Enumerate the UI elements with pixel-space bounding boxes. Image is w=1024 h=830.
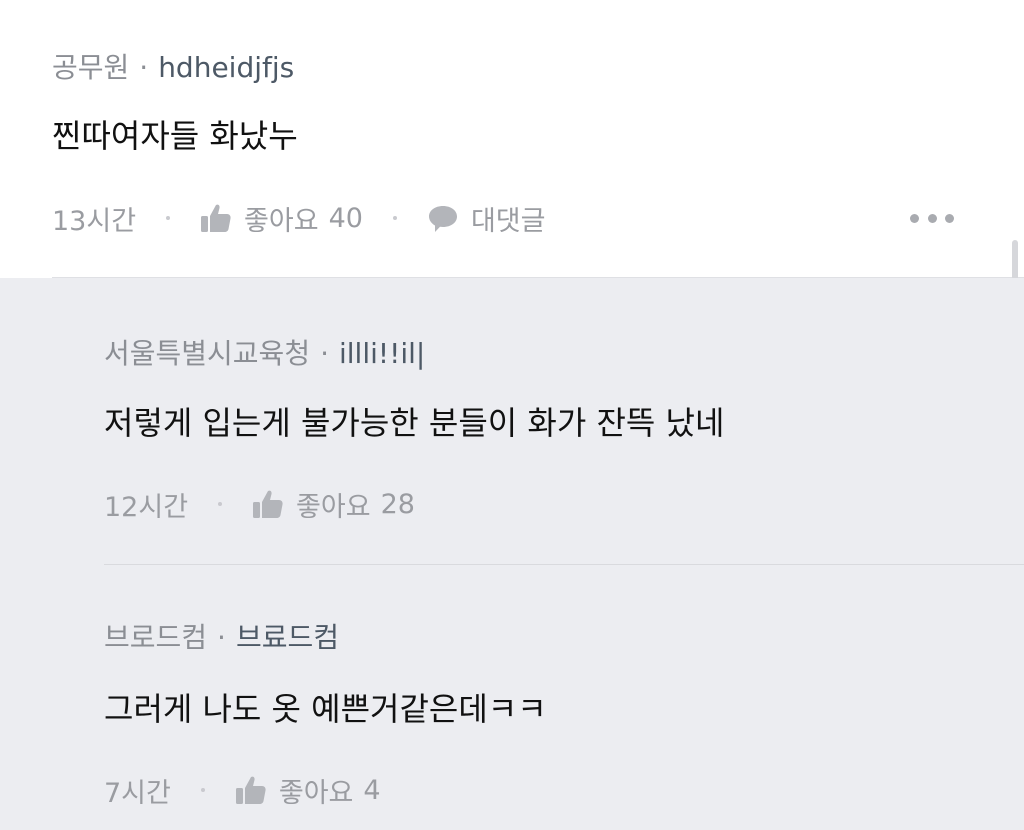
dot <box>945 213 954 223</box>
dot <box>910 213 919 223</box>
like-label: 좋아요 <box>296 491 371 523</box>
reply-meta: 12시간 좋아요 28 <box>104 485 415 524</box>
like-label: 좋아요 <box>278 777 354 809</box>
meta-separator <box>200 788 205 792</box>
main-comment: 공무원 · hdheidjfjs 찐따여자들 화났누 13시간 좋아요 40 대댓글 <box>0 0 1024 278</box>
reply-time: 7시간 <box>104 777 171 809</box>
reply-button[interactable]: 대댓글 <box>427 199 546 238</box>
thumbs-up-icon <box>201 204 231 232</box>
reply-time: 12시간 <box>104 491 189 523</box>
comment-time: 13시간 <box>52 205 137 237</box>
like-button[interactable]: 좋아요 4 <box>235 771 381 810</box>
comment-header: 공무원 · hdheidjfjs <box>52 50 294 86</box>
meta-separator <box>392 216 397 220</box>
author-id[interactable]: 브료드컴 <box>236 621 339 654</box>
reply-divider <box>104 564 1024 565</box>
like-count: 28 <box>380 488 415 520</box>
separator-dot: · <box>217 621 226 654</box>
reply-header: 브로드컴 · 브료드컴 <box>104 620 339 656</box>
dot <box>927 213 937 223</box>
thumbs-up-icon <box>253 490 283 518</box>
author-id[interactable]: illli!!il| <box>339 337 425 370</box>
meta-separator <box>166 216 171 220</box>
like-button[interactable]: 좋아요 28 <box>252 485 415 524</box>
author-affiliation[interactable]: 서울특별시교육청 <box>104 337 310 370</box>
like-count: 4 <box>363 774 381 806</box>
reply-text: 저렇게 입는게 불가능한 분들이 화가 잔뜩 났네 <box>104 404 725 442</box>
comment-meta: 13시간 좋아요 40 대댓글 <box>52 199 546 238</box>
comment-thread: 공무원 · hdheidjfjs 찐따여자들 화났누 13시간 좋아요 40 대댓글 <box>0 0 1024 830</box>
reply-label: 대댓글 <box>470 205 546 237</box>
author-affiliation[interactable]: 공무원 <box>52 51 129 84</box>
speech-bubble-icon <box>428 206 457 232</box>
author-affiliation[interactable]: 브로드컴 <box>104 621 207 654</box>
like-button[interactable]: 좋아요 40 <box>200 199 363 238</box>
separator-dot: · <box>139 51 149 84</box>
reply-meta: 7시간 좋아요 4 <box>104 771 381 810</box>
comment-text: 찐따여자들 화났누 <box>52 117 298 155</box>
like-count: 40 <box>328 202 363 234</box>
separator-dot: · <box>320 337 329 370</box>
more-dots-icon[interactable] <box>910 208 954 228</box>
thumbs-up-icon <box>235 776 266 804</box>
like-label: 좋아요 <box>244 205 319 237</box>
meta-separator <box>218 502 223 506</box>
reply-header: 서울특별시교육청 · illli!!il| <box>104 336 425 372</box>
replies-section: 서울특별시교육청 · illli!!il| 저렇게 입는게 불가능한 분들이 화가 … <box>0 278 1024 830</box>
author-id[interactable]: hdheidjfjs <box>158 51 294 84</box>
reply-text: 그러게 나도 옷 예쁜거같은데ㅋㅋ <box>104 690 547 728</box>
